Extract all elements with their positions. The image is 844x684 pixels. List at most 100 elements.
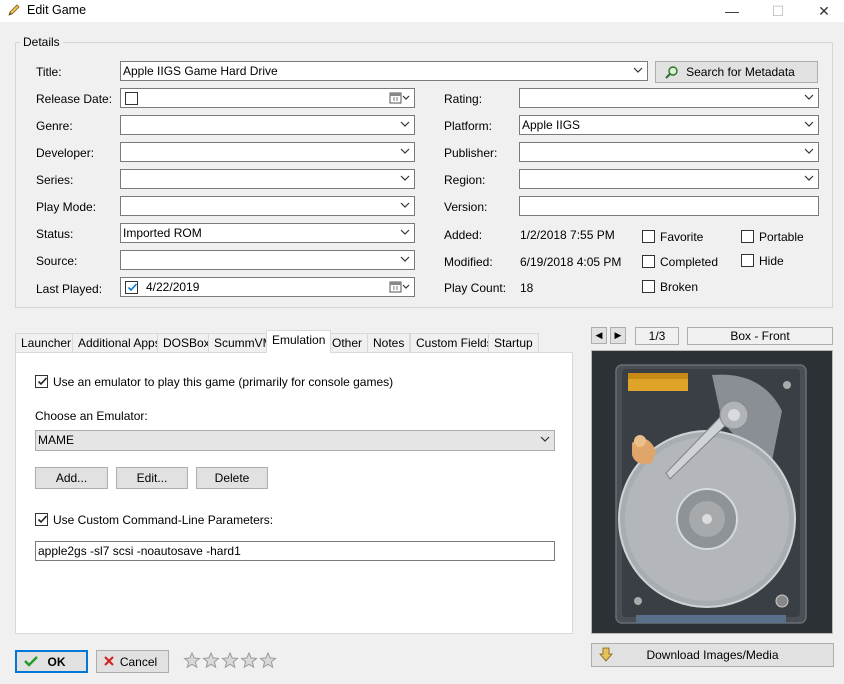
image-type-label: Box - Front	[687, 327, 833, 345]
maximize-button[interactable]: ☐	[758, 0, 798, 22]
broken-label[interactable]: Broken	[660, 280, 698, 294]
favorite-label[interactable]: Favorite	[660, 230, 703, 244]
emulator-value: MAME	[38, 433, 74, 447]
chevron-down-icon[interactable]	[540, 434, 550, 444]
genre-label: Genre:	[36, 119, 73, 133]
region-combo[interactable]	[519, 169, 819, 189]
tab-launcher[interactable]: Launcher	[15, 333, 78, 352]
use-emulator-label[interactable]: Use an emulator to play this game (prima…	[53, 375, 393, 389]
modified-value: 6/19/2018 4:05 PM	[520, 255, 622, 269]
title-bar: Edit Game — ☐ ✕	[0, 0, 844, 22]
download-icon	[598, 647, 614, 666]
added-label: Added:	[444, 228, 483, 242]
star-icon[interactable]	[183, 652, 201, 669]
added-value: 1/2/2018 7:55 PM	[520, 228, 615, 242]
next-image-button[interactable]: ▶	[610, 327, 626, 344]
version-label: Version:	[444, 200, 488, 214]
delete-emulator-button[interactable]: Delete	[196, 467, 268, 489]
chevron-down-icon[interactable]	[633, 65, 643, 75]
favorite-checkbox[interactable]	[642, 230, 655, 243]
minimize-button[interactable]: —	[712, 0, 752, 22]
play-mode-combo[interactable]	[120, 196, 415, 216]
version-field[interactable]	[519, 196, 819, 216]
chevron-down-icon[interactable]	[804, 146, 814, 156]
developer-combo[interactable]	[120, 142, 415, 162]
release-date-label: Release Date:	[36, 92, 113, 106]
modified-label: Modified:	[444, 255, 493, 269]
platform-combo[interactable]: Apple IIGS	[519, 115, 819, 135]
chevron-down-icon[interactable]	[400, 200, 410, 210]
tab-other[interactable]: Other	[326, 333, 369, 352]
chevron-down-icon[interactable]	[804, 173, 814, 183]
completed-checkbox[interactable]	[642, 255, 655, 268]
broken-checkbox[interactable]	[642, 280, 655, 293]
tab-custom-fields[interactable]: Custom Fields	[410, 333, 499, 352]
completed-label[interactable]: Completed	[660, 255, 718, 269]
command-line-params-field[interactable]: apple2gs -sl7 scsi -noautosave -hard1	[35, 541, 555, 561]
source-combo[interactable]	[120, 250, 415, 270]
last-played-checkbox[interactable]	[125, 281, 138, 294]
choose-emulator-label: Choose an Emulator:	[35, 409, 148, 423]
star-icon[interactable]	[259, 652, 277, 669]
series-combo[interactable]	[120, 169, 415, 189]
play-count-label: Play Count:	[444, 281, 507, 295]
portable-label[interactable]: Portable	[759, 230, 804, 244]
search-metadata-button[interactable]: Search for Metadata	[655, 61, 818, 83]
pencil-icon	[7, 3, 21, 20]
star-icon[interactable]	[221, 652, 239, 669]
tab-additional-apps[interactable]: Additional Apps	[72, 333, 167, 352]
hard-drive-illustration	[615, 364, 807, 624]
source-label: Source:	[36, 254, 78, 268]
ok-button[interactable]: OK	[15, 650, 88, 673]
use-emulator-checkbox[interactable]	[35, 375, 48, 388]
emulator-combo[interactable]: MAME	[35, 430, 555, 451]
last-played-picker[interactable]: 4/22/2019	[120, 277, 415, 297]
star-rating[interactable]	[183, 652, 277, 669]
edit-emulator-button[interactable]: Edit...	[116, 467, 188, 489]
hide-label[interactable]: Hide	[759, 254, 784, 268]
release-date-checkbox[interactable]	[125, 92, 138, 105]
platform-value: Apple IIGS	[522, 118, 581, 132]
calendar-icon[interactable]	[389, 280, 411, 297]
tab-emulation[interactable]: Emulation	[266, 330, 332, 353]
calendar-icon[interactable]	[389, 91, 411, 108]
portable-checkbox[interactable]	[741, 230, 754, 243]
status-value: Imported ROM	[123, 226, 202, 240]
params-value: apple2gs -sl7 scsi -noautosave -hard1	[38, 544, 241, 558]
prev-image-button[interactable]: ◀	[591, 327, 607, 344]
ok-label: OK	[47, 654, 66, 669]
genre-combo[interactable]	[120, 115, 415, 135]
chevron-down-icon[interactable]	[400, 227, 410, 237]
release-date-picker[interactable]	[120, 88, 415, 108]
platform-label: Platform:	[444, 119, 493, 133]
image-counter: 1/3	[635, 327, 679, 345]
cancel-x-icon	[103, 655, 115, 670]
magnifier-icon	[664, 65, 680, 84]
publisher-combo[interactable]	[519, 142, 819, 162]
tab-dosbox[interactable]: DOSBox	[157, 333, 216, 352]
title-combo[interactable]: Apple IIGS Game Hard Drive	[120, 61, 648, 81]
chevron-down-icon[interactable]	[804, 92, 814, 102]
chevron-down-icon[interactable]	[400, 254, 410, 264]
chevron-down-icon[interactable]	[400, 146, 410, 156]
title-label: Title:	[36, 65, 62, 79]
hide-checkbox[interactable]	[741, 254, 754, 267]
cancel-button[interactable]: Cancel	[96, 650, 169, 673]
tab-startup[interactable]: Startup	[488, 333, 539, 352]
use-custom-params-checkbox[interactable]	[35, 513, 48, 526]
download-media-button[interactable]: Download Images/Media	[591, 643, 834, 667]
rating-label: Rating:	[444, 92, 483, 106]
star-icon[interactable]	[240, 652, 258, 669]
chevron-down-icon[interactable]	[400, 119, 410, 129]
tab-notes[interactable]: Notes	[367, 333, 411, 352]
developer-label: Developer:	[36, 146, 95, 160]
star-icon[interactable]	[202, 652, 220, 669]
chevron-down-icon[interactable]	[804, 119, 814, 129]
use-custom-params-label[interactable]: Use Custom Command-Line Parameters:	[53, 513, 273, 527]
chevron-down-icon[interactable]	[400, 173, 410, 183]
add-emulator-button[interactable]: Add...	[35, 467, 108, 489]
rating-combo[interactable]	[519, 88, 819, 108]
series-label: Series:	[36, 173, 74, 187]
status-combo[interactable]: Imported ROM	[120, 223, 415, 243]
close-button[interactable]: ✕	[804, 0, 844, 22]
